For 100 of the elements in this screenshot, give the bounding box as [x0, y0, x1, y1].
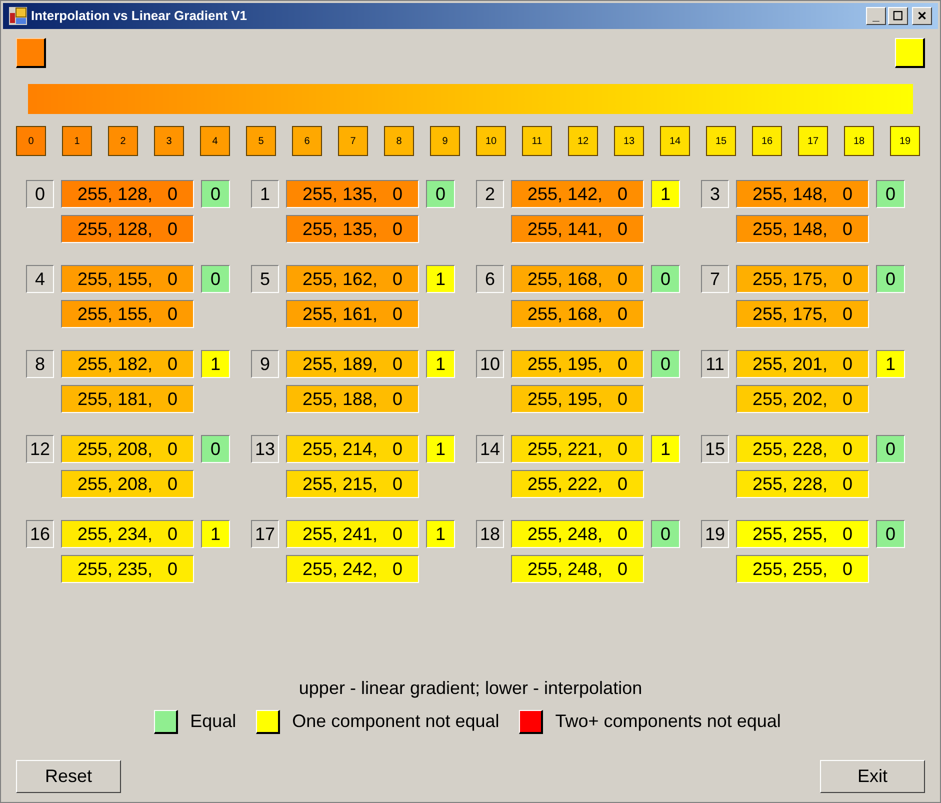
index-cell: 17: [251, 520, 279, 548]
interpolation-value-cell: 255, 148, 0: [736, 215, 869, 243]
exit-button[interactable]: Exit: [820, 760, 925, 793]
difference-cell: 1: [876, 350, 905, 378]
difference-cell: 1: [651, 180, 680, 208]
color-swatch: 15: [706, 126, 736, 156]
color-swatch: 19: [890, 126, 920, 156]
difference-cell: 0: [876, 265, 905, 293]
gradient-value-cell: 255, 142, 0: [511, 180, 644, 208]
gradient-value-cell: 255, 135, 0: [286, 180, 419, 208]
minimize-button[interactable]: _: [866, 7, 886, 25]
gradient-value-cell: 255, 208, 0: [61, 435, 194, 463]
index-cell: 13: [251, 435, 279, 463]
legend-label: Equal: [190, 710, 236, 733]
interpolation-value-cell: 255, 228, 0: [736, 470, 869, 498]
index-cell: 5: [251, 265, 279, 293]
close-button[interactable]: ✕: [912, 7, 932, 25]
gradient-value-cell: 255, 221, 0: [511, 435, 644, 463]
index-cell: 18: [476, 520, 504, 548]
difference-cell: 0: [201, 180, 230, 208]
interpolation-value-cell: 255, 222, 0: [511, 470, 644, 498]
color-swatch: 16: [752, 126, 782, 156]
difference-cell: 1: [426, 350, 455, 378]
maximize-button[interactable]: ☐: [888, 7, 908, 25]
gradient-value-cell: 255, 155, 0: [61, 265, 194, 293]
difference-cell: 0: [876, 435, 905, 463]
interpolation-value-cell: 255, 155, 0: [61, 300, 194, 328]
color-swatch: 9: [430, 126, 460, 156]
interpolation-value-cell: 255, 215, 0: [286, 470, 419, 498]
start-color-button[interactable]: [16, 38, 46, 68]
end-color-button[interactable]: [895, 38, 925, 68]
interpolation-value-cell: 255, 168, 0: [511, 300, 644, 328]
difference-cell: 1: [426, 435, 455, 463]
difference-cell: 0: [201, 435, 230, 463]
interpolation-value-cell: 255, 181, 0: [61, 385, 194, 413]
color-swatch: 7: [338, 126, 368, 156]
interpolation-value-cell: 255, 242, 0: [286, 555, 419, 583]
gradient-value-cell: 255, 228, 0: [736, 435, 869, 463]
difference-cell: 0: [876, 520, 905, 548]
gradient-value-cell: 255, 241, 0: [286, 520, 419, 548]
gradient-value-cell: 255, 128, 0: [61, 180, 194, 208]
reset-button[interactable]: Reset: [16, 760, 121, 793]
interpolation-value-cell: 255, 255, 0: [736, 555, 869, 583]
color-swatch: 1: [62, 126, 92, 156]
color-swatch: 13: [614, 126, 644, 156]
interpolation-value-cell: 255, 141, 0: [511, 215, 644, 243]
color-swatch: 18: [844, 126, 874, 156]
interpolation-value-cell: 255, 195, 0: [511, 385, 644, 413]
gradient-value-cell: 255, 214, 0: [286, 435, 419, 463]
index-cell: 12: [26, 435, 54, 463]
legend-label: One component not equal: [292, 710, 500, 733]
index-cell: 14: [476, 435, 504, 463]
color-swatch: 12: [568, 126, 598, 156]
difference-cell: 0: [201, 265, 230, 293]
color-swatch: 10: [476, 126, 506, 156]
interpolation-value-cell: 255, 175, 0: [736, 300, 869, 328]
index-cell: 6: [476, 265, 504, 293]
interpolation-value-cell: 255, 135, 0: [286, 215, 419, 243]
interpolation-value-cell: 255, 161, 0: [286, 300, 419, 328]
gradient-value-cell: 255, 175, 0: [736, 265, 869, 293]
gradient-value-cell: 255, 182, 0: [61, 350, 194, 378]
interpolation-value-cell: 255, 235, 0: [61, 555, 194, 583]
gradient-value-cell: 255, 168, 0: [511, 265, 644, 293]
interpolation-value-cell: 255, 128, 0: [61, 215, 194, 243]
index-cell: 15: [701, 435, 729, 463]
index-cell: 7: [701, 265, 729, 293]
difference-cell: 0: [651, 520, 680, 548]
interpolation-value-cell: 255, 208, 0: [61, 470, 194, 498]
difference-cell: 0: [651, 265, 680, 293]
interpolation-value-cell: 255, 188, 0: [286, 385, 419, 413]
color-swatch: 4: [200, 126, 230, 156]
index-cell: 2: [476, 180, 504, 208]
index-cell: 8: [26, 350, 54, 378]
color-swatch: 14: [660, 126, 690, 156]
interpolation-value-cell: 255, 202, 0: [736, 385, 869, 413]
difference-cell: 0: [876, 180, 905, 208]
gradient-value-cell: 255, 162, 0: [286, 265, 419, 293]
color-swatch: 2: [108, 126, 138, 156]
index-cell: 3: [701, 180, 729, 208]
gradient-value-cell: 255, 189, 0: [286, 350, 419, 378]
index-cell: 0: [26, 180, 54, 208]
index-cell: 11: [701, 350, 729, 378]
color-swatch: 5: [246, 126, 276, 156]
caption-text: upper - linear gradient; lower - interpolation: [298, 677, 642, 700]
gradient-value-cell: 255, 255, 0: [736, 520, 869, 548]
index-cell: 16: [26, 520, 54, 548]
color-swatch: 17: [798, 126, 828, 156]
index-cell: 19: [701, 520, 729, 548]
index-cell: 4: [26, 265, 54, 293]
gradient-value-cell: 255, 234, 0: [61, 520, 194, 548]
index-cell: 9: [251, 350, 279, 378]
gradient-value-cell: 255, 195, 0: [511, 350, 644, 378]
app-icon: [9, 7, 27, 25]
difference-cell: 0: [651, 350, 680, 378]
window-title: Interpolation vs Linear Gradient V1: [31, 7, 247, 26]
difference-cell: 1: [651, 435, 680, 463]
gradient-value-cell: 255, 148, 0: [736, 180, 869, 208]
color-swatch: 8: [384, 126, 414, 156]
index-cell: 1: [251, 180, 279, 208]
difference-cell: 1: [201, 350, 230, 378]
